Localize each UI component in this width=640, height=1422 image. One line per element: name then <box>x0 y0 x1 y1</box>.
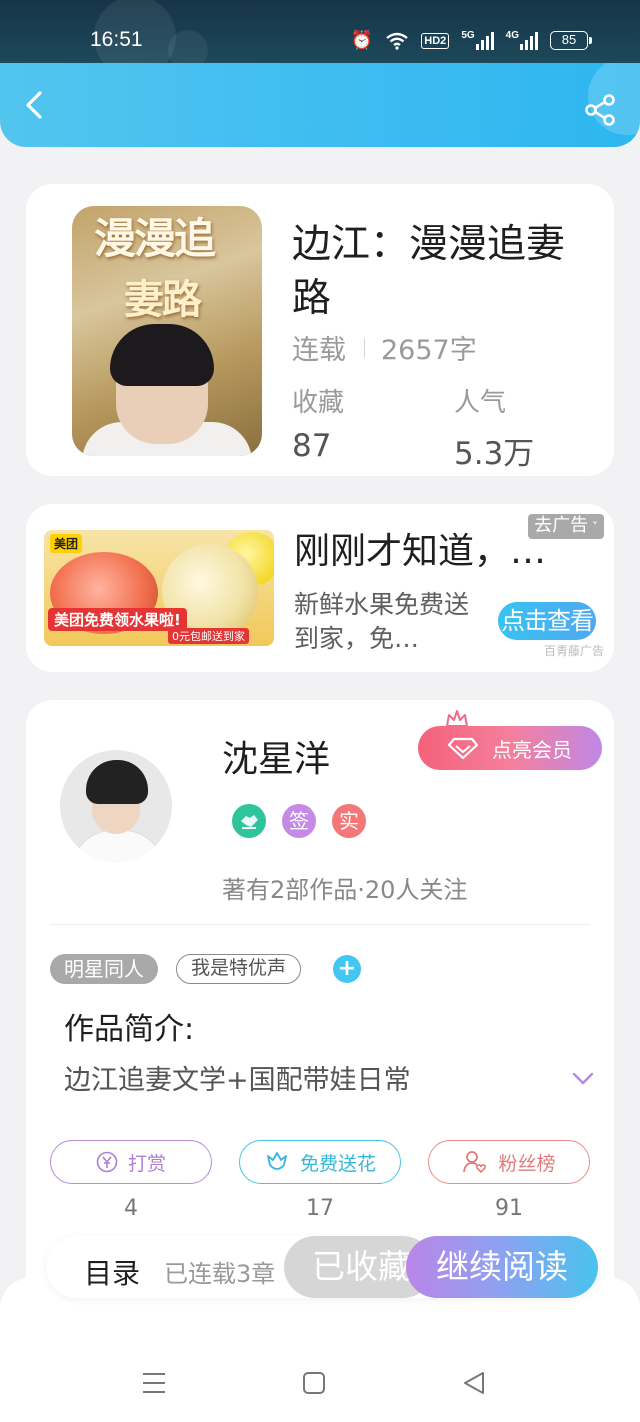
chevron-down-icon: ˅ <box>588 520 598 534</box>
fan-ranking-label: 粉丝榜 <box>498 1152 556 1175</box>
book-status: 连载 <box>292 335 346 366</box>
avatar-hair <box>86 760 148 804</box>
ad-view-button[interactable]: 点击查看 <box>498 602 596 640</box>
ad-logo: 美团 <box>50 534 83 553</box>
reward-count: 4 <box>124 1196 138 1221</box>
continue-reading-button[interactable]: 继续阅读 <box>406 1236 598 1298</box>
author-stats: 著有2部作品·20人关注 <box>222 876 468 904</box>
intro-text: 边江追妻文学+国配带娃日常 <box>64 1065 411 1096</box>
favorites-value: 87 <box>292 428 332 464</box>
diamond-icon <box>448 737 478 759</box>
intro-heading: 作品简介: <box>64 1012 195 1047</box>
ad-headline: 美团免费领水果啦! <box>48 608 187 631</box>
ad-card[interactable]: 美团 美团免费领水果啦! 0元包邮送到家 刚刚才知道，… 新鲜水果免费送到家，免… <box>26 504 614 672</box>
back-nav-icon[interactable] <box>462 1370 486 1396</box>
popularity-label: 人气 <box>454 388 507 418</box>
back-icon[interactable] <box>18 87 54 123</box>
status-time: 16:51 <box>90 28 143 51</box>
favorites-label: 收藏 <box>292 388 345 418</box>
expand-chevron-icon[interactable] <box>572 1072 594 1086</box>
reward-button[interactable]: 打赏 <box>50 1140 212 1184</box>
status-bar: 16:51 ⏰ HD2 5G 4G 85 <box>0 0 640 78</box>
remove-ad-button[interactable]: 去广告 ˅ <box>528 514 604 539</box>
wifi-icon <box>386 32 409 50</box>
meta-divider <box>364 337 365 358</box>
avatar-shirt <box>72 830 164 862</box>
battery-icon: 85 <box>550 31 592 50</box>
signal-5g-icon: 5G <box>461 30 494 50</box>
signal-4g-icon: 4G <box>506 30 538 50</box>
hd-voice-icon: HD2 <box>421 32 450 49</box>
book-cover-image[interactable]: 漫漫追 妻路 <box>72 206 262 456</box>
tag-item[interactable]: 明星同人 <box>50 954 158 984</box>
send-flower-button[interactable]: 免费送花 <box>239 1140 401 1184</box>
header-bar <box>0 63 640 147</box>
verified-badge: 实 <box>332 804 366 838</box>
signed-badge: 签 <box>282 804 316 838</box>
home-icon[interactable] <box>302 1370 326 1396</box>
flower-icon <box>267 1152 287 1170</box>
author-card: 沈星洋 点亮会员 签 实 著有2部作品·20人关注 明星同人 我是特优声 + 作… <box>26 700 614 1320</box>
ad-title: 刚刚才知道，… <box>294 531 547 572</box>
remove-ad-label: 去广告 <box>534 515 589 536</box>
bottom-action-bar: 目录 已连载3章 已收藏 继续阅读 <box>46 1236 598 1298</box>
cover-title-line2: 妻路 <box>124 276 202 323</box>
book-title: 边江：漫漫追妻路 <box>292 222 566 321</box>
book-meta: 连载 2657字 <box>292 328 477 367</box>
system-nav-bar <box>0 1360 640 1410</box>
divider <box>50 924 590 925</box>
ad-source: 百青藤广告 <box>543 644 604 658</box>
fan-ranking-button[interactable]: 粉丝榜 <box>428 1140 590 1184</box>
tag-list: 明星同人 我是特优声 + <box>50 954 362 984</box>
book-word-count: 2657字 <box>381 335 477 366</box>
cover-title-line1: 漫漫追 <box>94 214 216 263</box>
tag-item[interactable]: 我是特优声 <box>176 954 302 984</box>
vip-label: 点亮会员 <box>492 737 572 762</box>
ad-subline: 0元包邮送到家 <box>168 628 249 644</box>
status-icons: ⏰ HD2 5G 4G 85 <box>350 30 592 51</box>
author-name[interactable]: 沈星洋 <box>222 730 330 782</box>
flower-count: 17 <box>306 1196 334 1221</box>
author-badges: 签 实 <box>232 804 366 838</box>
alarm-icon: ⏰ <box>350 30 374 50</box>
book-info-card: 漫漫追 妻路 边江：漫漫追妻路 连载 2657字 收藏 人气 87 5.3万 <box>26 184 614 476</box>
add-tag-icon[interactable]: + <box>333 955 362 983</box>
ad-description: 新鲜水果免费送到家，免… <box>294 590 470 653</box>
fans-count: 91 <box>495 1196 523 1221</box>
catalog-button[interactable]: 目录 <box>84 1252 140 1292</box>
reward-label: 打赏 <box>127 1152 166 1175</box>
menu-icon[interactable] <box>142 1370 166 1396</box>
ad-image[interactable]: 美团 美团免费领水果啦! 0元包邮送到家 <box>44 530 274 646</box>
yuan-coin-icon <box>96 1151 118 1173</box>
send-flower-label: 免费送花 <box>299 1152 376 1175</box>
popularity-value: 5.3万 <box>454 436 535 472</box>
author-avatar[interactable] <box>60 750 172 862</box>
handshake-badge-icon <box>232 804 266 838</box>
action-row: 打赏 免费送花 粉丝榜 <box>50 1140 590 1184</box>
vip-button[interactable]: 点亮会员 <box>418 726 602 770</box>
user-heart-icon <box>463 1151 487 1174</box>
chapter-count: 已连载3章 <box>164 1260 276 1288</box>
share-icon[interactable] <box>584 93 618 127</box>
cover-figure-hair <box>110 324 214 386</box>
